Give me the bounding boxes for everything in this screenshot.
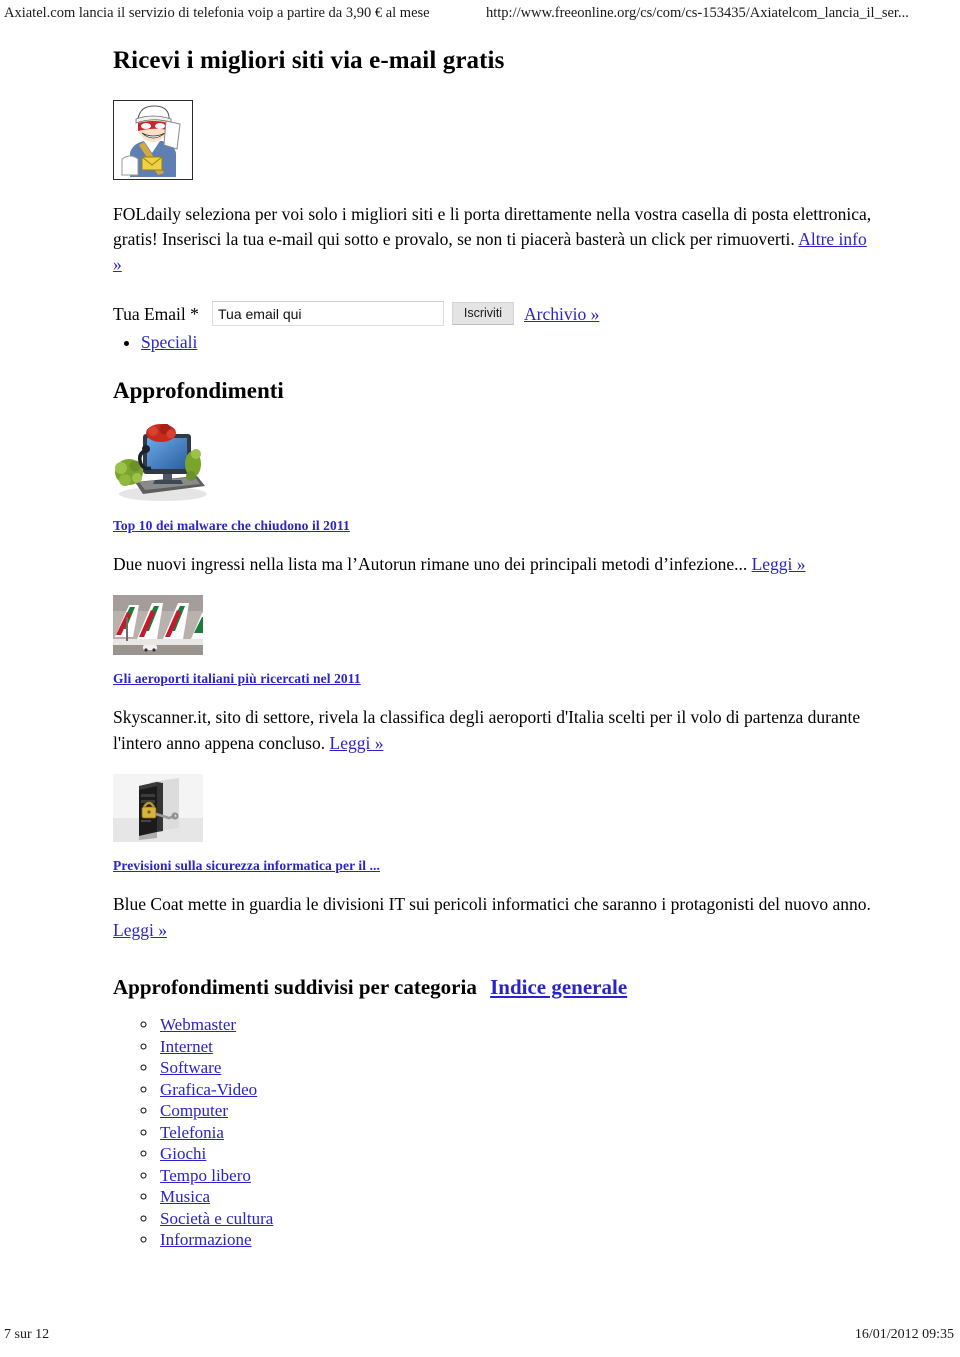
category-link-grafica-video[interactable]: Grafica-Video (160, 1080, 257, 1099)
list-item: Webmaster (158, 1014, 903, 1036)
leggi-link[interactable]: Leggi » (752, 554, 806, 574)
approfondimenti-heading: Approfondimenti (113, 378, 284, 403)
list-item: Internet (158, 1036, 903, 1058)
alitalia-airplane-tails-photo[interactable] (113, 595, 903, 655)
category-link-musica[interactable]: Musica (160, 1187, 210, 1206)
category-link-telefonia[interactable]: Telefonia (160, 1123, 224, 1142)
article-aeroporti: Gli aeroporti italiani più ricercati nel… (113, 595, 903, 756)
page-title: Ricevi i migliori siti via e-mail gratis (113, 47, 505, 74)
newsletter-intro: FOLdaily seleziona per voi solo i miglio… (113, 202, 873, 277)
article-title-link[interactable]: Gli aeroporti italiani più ricercati nel… (113, 671, 903, 687)
article-body: Skyscanner.it, sito di settore, rivela l… (113, 704, 898, 756)
list-item: Tempo libero (158, 1165, 903, 1187)
email-label: Tua Email * (113, 304, 199, 324)
leggi-link[interactable]: Leggi » (113, 920, 167, 940)
print-header-url: http://www.freeonline.org/cs/com/cs-1534… (486, 5, 909, 21)
list-item: Computer (158, 1100, 903, 1122)
page-content: Ricevi i migliori siti via e-mail gratis (0, 44, 960, 1251)
categories-heading-text: Approfondimenti suddivisi per categoria (113, 975, 477, 999)
print-header-title: Axiatel.com lancia il servizio di telefo… (4, 5, 430, 21)
list-item: Software (158, 1057, 903, 1079)
article-body-text: Skyscanner.it, sito di settore, rivela l… (113, 707, 861, 753)
categories-heading: Approfondimenti suddivisi per categoria … (113, 973, 903, 1001)
print-header: Axiatel.com lancia il servizio di telefo… (0, 0, 960, 26)
category-link-computer[interactable]: Computer (160, 1101, 228, 1120)
airplane-tails-icon (113, 595, 203, 655)
category-link-internet[interactable]: Internet (160, 1037, 213, 1056)
print-timestamp: 16/01/2012 09:35 (854, 1327, 954, 1342)
article-title-link[interactable]: Previsioni sulla sicurezza informatica p… (113, 858, 903, 874)
speciali-link[interactable]: Speciali (141, 332, 197, 352)
email-input[interactable] (212, 301, 444, 326)
newsletter-form: Tua Email * Iscriviti Archivio » (113, 301, 903, 329)
list-item: Informazione (158, 1229, 903, 1251)
indice-generale-link[interactable]: Indice generale (490, 975, 627, 999)
list-item: Società e cultura (158, 1208, 903, 1230)
page-number: 7 sur 12 (4, 1327, 50, 1342)
mailman-illustration (113, 100, 193, 180)
list-item: Speciali (141, 330, 903, 354)
leggi-link[interactable]: Leggi » (330, 733, 384, 753)
category-link-webmaster[interactable]: Webmaster (160, 1015, 236, 1034)
article-body-text: Due nuovi ingressi nella lista ma l’Auto… (113, 554, 748, 574)
infected-computer-icon (113, 424, 213, 502)
newsletter-bullet-list: Speciali (113, 330, 903, 354)
article-body: Due nuovi ingressi nella lista ma l’Auto… (113, 551, 898, 577)
list-item: Musica (158, 1186, 903, 1208)
content-column: Ricevi i migliori siti via e-mail gratis (113, 44, 903, 1251)
locked-pc-tower-photo[interactable] (113, 774, 903, 842)
locked-computer-icon (113, 774, 203, 842)
list-item: Giochi (158, 1143, 903, 1165)
category-link-societa-e-cultura[interactable]: Società e cultura (160, 1209, 273, 1228)
article-title-link[interactable]: Top 10 dei malware che chiudono il 2011 (113, 518, 903, 534)
archivio-link[interactable]: Archivio » (524, 304, 599, 325)
article-malware: Top 10 dei malware che chiudono il 2011 … (113, 424, 903, 577)
article-body-text: Blue Coat mette in guardia le divisioni … (113, 894, 871, 914)
list-item: Grafica-Video (158, 1079, 903, 1101)
mailman-icon (114, 101, 190, 177)
category-link-informazione[interactable]: Informazione (160, 1230, 252, 1249)
category-link-software[interactable]: Software (160, 1058, 221, 1077)
article-body: Blue Coat mette in guardia le divisioni … (113, 891, 898, 943)
print-footer: 7 sur 12 16/01/2012 09:35 (0, 1327, 960, 1347)
category-link-tempo-libero[interactable]: Tempo libero (160, 1166, 251, 1185)
category-link-giochi[interactable]: Giochi (160, 1144, 206, 1163)
list-item: Telefonia (158, 1122, 903, 1144)
malware-monitor-illustration[interactable] (113, 424, 903, 502)
subscribe-button[interactable]: Iscriviti (452, 302, 514, 325)
article-sicurezza: Previsioni sulla sicurezza informatica p… (113, 774, 903, 943)
newsletter-intro-text: FOLdaily seleziona per voi solo i miglio… (113, 204, 872, 249)
category-list: Webmaster Internet Software Grafica-Vide… (113, 1014, 903, 1251)
